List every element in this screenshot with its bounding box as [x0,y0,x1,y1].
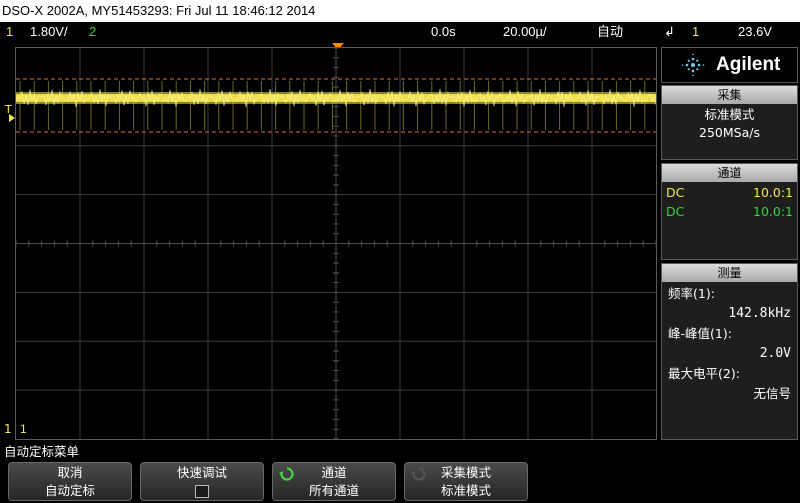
acquire-panel: 采集 标准模式 250MSa/s [661,85,798,160]
waveform-display[interactable] [15,47,657,440]
ch2-number[interactable]: 2 [89,22,96,42]
measure-panel: 测量 频率(1): 142.8kHz 峰-峰值(1): 2.0V 最大电平(2)… [661,263,798,440]
acquire-mode-softkey[interactable]: 采集模式 标准模式 [404,462,528,501]
sample-rate: 250MSa/s [699,125,760,140]
measure-label-pk-pk: 峰-峰值(1): [668,326,732,341]
status-bar: 1 1.80V/ 2 0.0s 20.00µ/ 自动 ↲ 1 23.6V [0,22,800,42]
ch1-ground-label: 1 [20,422,27,436]
channel-row: DC 10.0:1 [662,183,797,202]
ch1-probe: 10.0:1 [753,185,793,200]
ch2-probe: 10.0:1 [753,204,793,219]
measure-header: 测量 [662,264,797,282]
ch1-number[interactable]: 1 [6,22,13,42]
graticule [16,48,656,439]
time-scale[interactable]: 20.00µ/ [503,22,547,42]
fast-debug-softkey[interactable]: 快速调试 [140,462,264,501]
menu-title: 自动定标菜单 [4,444,80,459]
acquire-header: 采集 [662,86,797,104]
softkey-label: 快速调试 [176,465,227,480]
agilent-spark-icon [681,53,705,77]
measure-value-frequency: 142.8kHz [728,306,791,321]
measure-label-frequency: 频率(1): [668,286,715,301]
trigger-level[interactable]: 23.6V [738,22,772,42]
channel-panel: 通道 DC 10.0:1 DC 10.0:1 [661,163,798,260]
softkey-label: 采集模式 [440,465,491,480]
softkey-sublabel: 所有通道 [308,483,359,498]
ch1-scale[interactable]: 1.80V/ [30,22,68,42]
measure-value-pk-pk: 2.0V [759,346,791,361]
trigger-mode[interactable]: 自动 [597,22,623,42]
logo: Agilent [661,47,798,83]
measure-label-max: 最大电平(2): [668,366,740,381]
channel-header: 通道 [662,164,797,182]
ch1-ground-marker[interactable]: 1 [4,423,12,435]
softkey-label: 取消 [57,465,83,480]
trigger-edge-icon: ↲ [664,24,675,39]
fast-debug-checkbox[interactable] [195,485,209,498]
cancel-autoscale-softkey[interactable]: 取消 自动定标 [8,462,132,501]
window-title: DSO-X 2002A, MY51453293: Fri Jul 11 18:4… [0,0,800,22]
trigger-source[interactable]: 1 [692,22,699,42]
ch2-coupling: DC [666,204,685,219]
softkey-sublabel: 自动定标 [44,483,95,498]
channel-row: DC 10.0:1 [662,202,797,221]
softkey-sublabel: 标准模式 [440,483,491,498]
channels-softkey[interactable]: 通道 所有通道 [272,462,396,501]
logo-text: Agilent [716,54,781,75]
time-offset[interactable]: 0.0s [431,22,456,42]
ch1-coupling: DC [666,185,685,200]
measure-value-max: 无信号 [753,386,791,401]
acquire-mode: 标准模式 [704,107,755,122]
softkey-label: 通道 [321,465,347,480]
